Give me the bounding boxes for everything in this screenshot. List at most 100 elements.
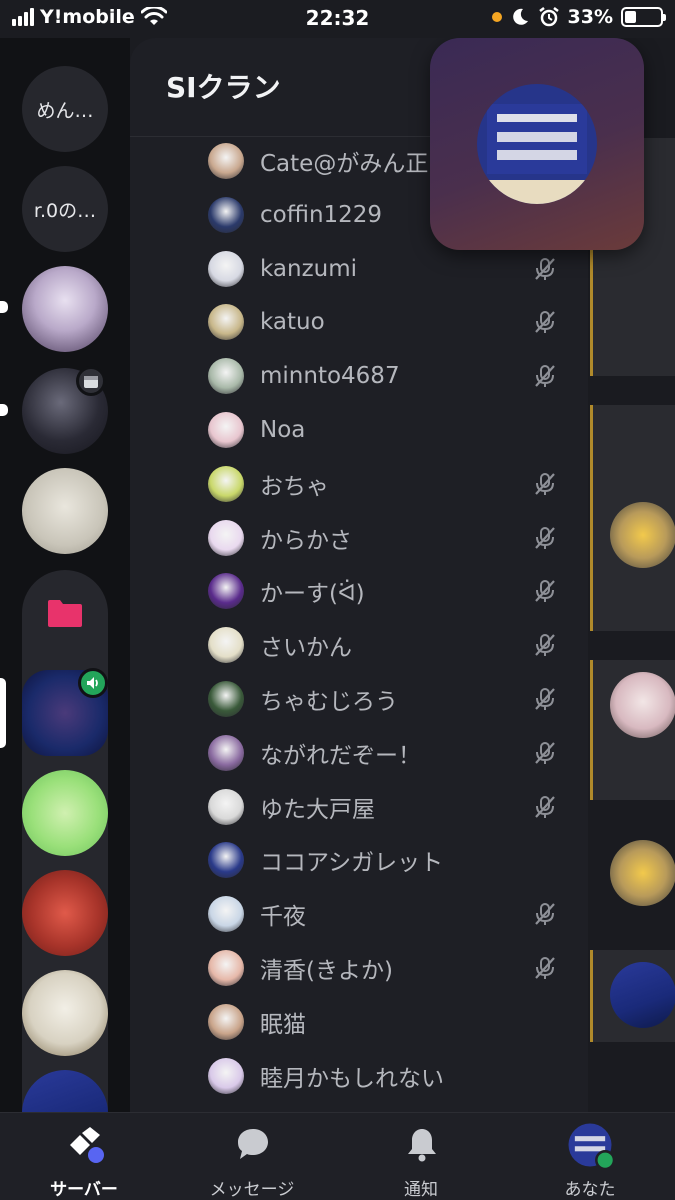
voice-pip-window[interactable] (430, 38, 644, 250)
battery-percent: 33% (567, 6, 613, 28)
bottom-nav: サーバー メッセージ 通知 あなた (0, 1112, 675, 1200)
member-row[interactable]: 眠猫 (208, 999, 568, 1045)
member-row[interactable]: Noa (208, 407, 568, 453)
member-avatar (208, 196, 244, 233)
pip-avatar (477, 84, 597, 204)
nav-you[interactable]: あなた (506, 1113, 674, 1200)
mic-muted-icon (535, 903, 555, 926)
member-avatar (208, 412, 244, 448)
status-bar: Y!mobile 22:32 33% (0, 0, 675, 38)
member-avatar (208, 681, 244, 717)
mic-muted-icon (535, 741, 555, 764)
member-row[interactable]: ちゃむじろう (208, 676, 568, 722)
member-row[interactable]: 千夜 (208, 891, 568, 937)
member-row[interactable]: minnto4687 (208, 353, 568, 399)
server-2-label: r.0の… (33, 199, 97, 222)
speaker-icon (78, 668, 108, 698)
member-name: 睦月かもしれない (260, 1065, 444, 1092)
member-row[interactable]: ココアシガレット (208, 837, 568, 883)
member-avatar (208, 896, 244, 933)
alarm-icon (538, 7, 559, 27)
nav-servers-label: サーバー (50, 1180, 118, 1200)
mic-muted-icon (535, 634, 555, 657)
unread-indicator (0, 404, 8, 416)
server-icon-3[interactable] (22, 266, 108, 352)
mic-muted-icon (535, 526, 555, 549)
mic-muted-icon (535, 472, 555, 495)
mic-muted-icon (535, 257, 555, 280)
status-right: 33% (491, 6, 666, 28)
server-1-label: めん… (36, 99, 94, 122)
server-icon-2[interactable]: r.0の… (22, 166, 108, 252)
moon-icon (512, 8, 528, 25)
nav-servers[interactable]: サーバー (0, 1113, 168, 1200)
member-avatar (208, 143, 244, 179)
member-avatar (208, 1057, 244, 1094)
member-name: minnto4687 (260, 363, 400, 390)
member-row[interactable]: ながれだぞー！ (208, 730, 568, 776)
member-name: 千夜 (260, 904, 306, 931)
server-title[interactable]: SIクラン (166, 66, 281, 106)
server-icon-7[interactable] (22, 770, 108, 856)
folder-icon[interactable] (46, 598, 84, 628)
unread-indicator (0, 301, 8, 313)
chat-avatar[interactable] (610, 962, 675, 1028)
member-name: 清香(きよか) (260, 958, 393, 984)
server-icon-8[interactable] (22, 870, 108, 956)
mic-muted-icon (535, 795, 555, 818)
member-name: katuo (260, 309, 325, 336)
mic-muted-icon (535, 957, 555, 979)
nav-messages-label: メッセージ (209, 1180, 295, 1200)
nav-you-label: あなた (564, 1180, 616, 1200)
nav-messages[interactable]: メッセージ (168, 1113, 336, 1200)
nav-notifications-label: 通知 (404, 1180, 438, 1200)
member-avatar (208, 358, 244, 395)
server-icon-9[interactable] (22, 970, 108, 1056)
chat-avatar[interactable] (610, 672, 675, 738)
member-row[interactable]: kanzumi (208, 246, 568, 292)
server-icon-5[interactable] (22, 468, 108, 554)
member-row[interactable]: 睦月かもしれない (208, 1053, 568, 1099)
member-avatar (208, 1003, 244, 1040)
member-avatar (208, 250, 244, 287)
mic-in-use-dot (491, 12, 502, 22)
member-avatar (208, 304, 244, 341)
server-rail: めん… r.0の… (0, 38, 130, 1112)
member-name: おちゃ (260, 473, 329, 500)
chat-avatar[interactable] (610, 502, 675, 568)
member-avatar (208, 627, 244, 664)
member-avatar (208, 788, 244, 825)
member-avatar (208, 950, 244, 986)
member-row[interactable]: ゆた大戸屋 (208, 784, 568, 830)
member-name: 眠猫 (260, 1011, 306, 1038)
member-name: Noa (260, 417, 306, 443)
member-row[interactable]: katuo (208, 299, 568, 345)
member-avatar (208, 573, 244, 610)
member-name: かーす(ᐛ) (260, 581, 365, 608)
servers-icon (70, 1127, 104, 1163)
profile-avatar (568, 1123, 614, 1169)
member-row[interactable]: からかさ (208, 515, 568, 561)
member-name: ちゃむじろう (260, 689, 398, 715)
member-name: ココアシガレット (260, 850, 444, 877)
chat-bubble-icon (238, 1129, 268, 1159)
member-row[interactable]: さいかん (208, 622, 568, 668)
member-row[interactable]: おちゃ (208, 461, 568, 507)
member-name: ゆた大戸屋 (260, 796, 375, 823)
chat-avatar[interactable] (610, 840, 675, 906)
member-avatar (208, 842, 244, 879)
bell-icon (408, 1129, 436, 1162)
member-name: さいかん (260, 635, 352, 662)
member-row[interactable]: かーす(ᐛ) (208, 568, 568, 614)
member-row[interactable]: 清香(きよか) (208, 945, 568, 991)
mic-muted-icon (535, 365, 555, 388)
nav-notifications[interactable]: 通知 (337, 1113, 505, 1200)
mic-muted-icon (535, 580, 555, 603)
member-avatar (208, 734, 244, 771)
mic-muted-icon (535, 688, 555, 710)
member-name: ながれだぞー！ (260, 742, 421, 769)
member-avatar (208, 465, 244, 502)
battery-icon (621, 7, 666, 27)
selected-indicator (0, 678, 6, 748)
server-icon-1[interactable]: めん… (22, 66, 108, 152)
